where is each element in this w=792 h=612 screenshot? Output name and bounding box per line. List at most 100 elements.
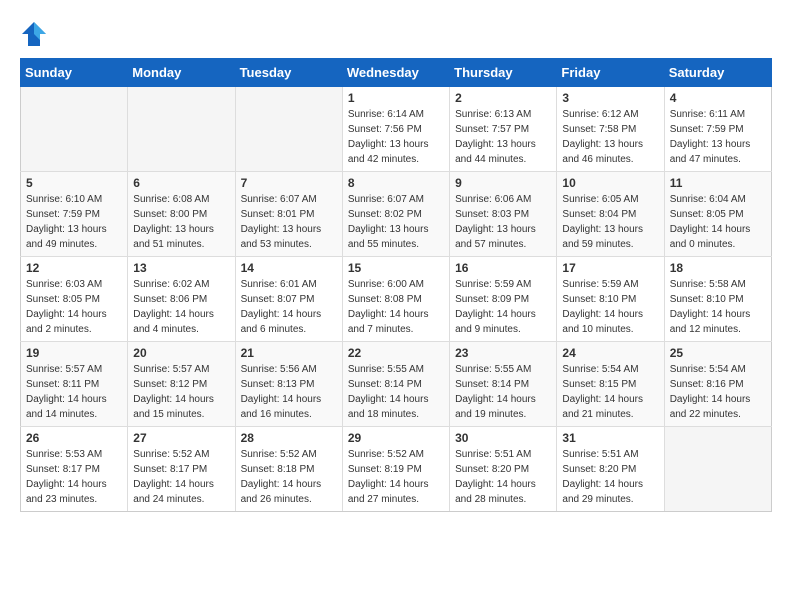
calendar-cell [664, 427, 771, 512]
calendar-cell [128, 87, 235, 172]
calendar-cell: 6Sunrise: 6:08 AM Sunset: 8:00 PM Daylig… [128, 172, 235, 257]
day-info: Sunrise: 6:10 AM Sunset: 7:59 PM Dayligh… [26, 192, 122, 252]
calendar-cell: 13 Sunrise: 6:02 AM Sunset: 8:06 PM Dayli… [128, 257, 235, 342]
calendar-cell: 27Sunrise: 5:52 AM Sunset: 8:17 PM Dayli… [128, 427, 235, 512]
weekday-header-row: SundayMondayTuesdayWednesdayThursdayFrid… [21, 59, 772, 87]
calendar-cell: 28 Sunrise: 5:52 AM Sunset: 8:18 PM Dayli… [235, 427, 342, 512]
day-number: 17 [562, 261, 658, 275]
calendar-week-row: 5 Sunrise: 6:10 AM Sunset: 7:59 PM Daylig… [21, 172, 772, 257]
calendar-cell: 25 Sunrise: 5:54 AM Sunset: 8:16 PM Dayli… [664, 342, 771, 427]
day-info: Sunrise: 6:14 AM Sunset: 7:56 PM Dayligh… [348, 107, 444, 167]
day-info: Sunrise: 5:59 AM Sunset: 8:10 PM Dayligh… [562, 277, 658, 337]
calendar-cell: 4 Sunrise: 6:11 AM Sunset: 7:59 PM Daylig… [664, 87, 771, 172]
day-info: Sunrise: 6:01 AM Sunset: 8:07 PM Dayligh… [241, 277, 337, 337]
calendar-cell: 17 Sunrise: 5:59 AM Sunset: 8:10 PM Dayli… [557, 257, 664, 342]
weekday-header: Saturday [664, 59, 771, 87]
day-info: Sunrise: 6:04 AM Sunset: 8:05 PM Dayligh… [670, 192, 766, 252]
weekday-header: Friday [557, 59, 664, 87]
day-number: 30 [455, 431, 551, 445]
calendar-week-row: 1 Sunrise: 6:14 AM Sunset: 7:56 PM Daylig… [21, 87, 772, 172]
day-info: Sunrise: 6:11 AM Sunset: 7:59 PM Dayligh… [670, 107, 766, 167]
day-number: 18 [670, 261, 766, 275]
day-info: Sunrise: 5:52 AM Sunset: 8:18 PM Dayligh… [241, 447, 337, 507]
day-number: 29 [348, 431, 444, 445]
day-info: Sunrise: 5:57 AM Sunset: 8:11 PM Dayligh… [26, 362, 122, 422]
calendar-table: SundayMondayTuesdayWednesdayThursdayFrid… [20, 58, 772, 512]
calendar-cell: 26Sunrise: 5:53 AM Sunset: 8:17 PM Dayli… [21, 427, 128, 512]
day-number: 25 [670, 346, 766, 360]
day-info: Sunrise: 6:12 AM Sunset: 7:58 PM Dayligh… [562, 107, 658, 167]
weekday-header: Tuesday [235, 59, 342, 87]
day-info: Sunrise: 6:02 AM Sunset: 8:06 PM Dayligh… [133, 277, 229, 337]
day-number: 28 [241, 431, 337, 445]
day-info: Sunrise: 6:05 AM Sunset: 8:04 PM Dayligh… [562, 192, 658, 252]
calendar-cell: 14 Sunrise: 6:01 AM Sunset: 8:07 PM Dayli… [235, 257, 342, 342]
day-number: 11 [670, 176, 766, 190]
day-number: 19 [26, 346, 122, 360]
day-number: 15 [348, 261, 444, 275]
day-number: 16 [455, 261, 551, 275]
day-number: 27 [133, 431, 229, 445]
day-number: 20 [133, 346, 229, 360]
weekday-header: Wednesday [342, 59, 449, 87]
day-number: 22 [348, 346, 444, 360]
day-info: Sunrise: 5:59 AM Sunset: 8:09 PM Dayligh… [455, 277, 551, 337]
day-number: 26 [26, 431, 122, 445]
day-number: 13 [133, 261, 229, 275]
day-info: Sunrise: 5:52 AM Sunset: 8:19 PM Dayligh… [348, 447, 444, 507]
calendar-cell: 7Sunrise: 6:07 AM Sunset: 8:01 PM Daylig… [235, 172, 342, 257]
calendar-cell [21, 87, 128, 172]
day-number: 2 [455, 91, 551, 105]
day-number: 6 [133, 176, 229, 190]
day-number: 1 [348, 91, 444, 105]
day-info: Sunrise: 5:51 AM Sunset: 8:20 PM Dayligh… [562, 447, 658, 507]
day-number: 10 [562, 176, 658, 190]
day-info: Sunrise: 5:56 AM Sunset: 8:13 PM Dayligh… [241, 362, 337, 422]
calendar-cell: 21 Sunrise: 5:56 AM Sunset: 8:13 PM Dayli… [235, 342, 342, 427]
logo [20, 20, 52, 48]
day-number: 8 [348, 176, 444, 190]
calendar-cell: 22Sunrise: 5:55 AM Sunset: 8:14 PM Dayli… [342, 342, 449, 427]
calendar-week-row: 19 Sunrise: 5:57 AM Sunset: 8:11 PM Dayli… [21, 342, 772, 427]
logo-icon [20, 20, 48, 48]
day-number: 31 [562, 431, 658, 445]
calendar-week-row: 12 Sunrise: 6:03 AM Sunset: 8:05 PM Dayli… [21, 257, 772, 342]
day-number: 23 [455, 346, 551, 360]
day-info: Sunrise: 5:58 AM Sunset: 8:10 PM Dayligh… [670, 277, 766, 337]
day-info: Sunrise: 5:55 AM Sunset: 8:14 PM Dayligh… [455, 362, 551, 422]
day-number: 4 [670, 91, 766, 105]
day-info: Sunrise: 6:13 AM Sunset: 7:57 PM Dayligh… [455, 107, 551, 167]
calendar-week-row: 26Sunrise: 5:53 AM Sunset: 8:17 PM Dayli… [21, 427, 772, 512]
calendar-cell: 10 Sunrise: 6:05 AM Sunset: 8:04 PM Dayli… [557, 172, 664, 257]
day-info: Sunrise: 6:06 AM Sunset: 8:03 PM Dayligh… [455, 192, 551, 252]
calendar-cell: 19 Sunrise: 5:57 AM Sunset: 8:11 PM Dayli… [21, 342, 128, 427]
day-number: 14 [241, 261, 337, 275]
calendar-cell: 18 Sunrise: 5:58 AM Sunset: 8:10 PM Dayli… [664, 257, 771, 342]
calendar-cell: 30Sunrise: 5:51 AM Sunset: 8:20 PM Dayli… [450, 427, 557, 512]
day-info: Sunrise: 5:54 AM Sunset: 8:16 PM Dayligh… [670, 362, 766, 422]
calendar-cell: 1 Sunrise: 6:14 AM Sunset: 7:56 PM Daylig… [342, 87, 449, 172]
day-number: 12 [26, 261, 122, 275]
weekday-header: Thursday [450, 59, 557, 87]
calendar-cell: 23 Sunrise: 5:55 AM Sunset: 8:14 PM Dayli… [450, 342, 557, 427]
day-info: Sunrise: 6:03 AM Sunset: 8:05 PM Dayligh… [26, 277, 122, 337]
day-info: Sunrise: 6:00 AM Sunset: 8:08 PM Dayligh… [348, 277, 444, 337]
day-info: Sunrise: 5:54 AM Sunset: 8:15 PM Dayligh… [562, 362, 658, 422]
day-number: 5 [26, 176, 122, 190]
weekday-header: Monday [128, 59, 235, 87]
day-number: 3 [562, 91, 658, 105]
day-info: Sunrise: 5:57 AM Sunset: 8:12 PM Dayligh… [133, 362, 229, 422]
weekday-header: Sunday [21, 59, 128, 87]
day-number: 24 [562, 346, 658, 360]
day-number: 21 [241, 346, 337, 360]
day-number: 7 [241, 176, 337, 190]
day-info: Sunrise: 6:07 AM Sunset: 8:02 PM Dayligh… [348, 192, 444, 252]
calendar-cell: 3 Sunrise: 6:12 AM Sunset: 7:58 PM Daylig… [557, 87, 664, 172]
calendar-cell: 11 Sunrise: 6:04 AM Sunset: 8:05 PM Dayli… [664, 172, 771, 257]
calendar-cell [235, 87, 342, 172]
calendar-cell: 20 Sunrise: 5:57 AM Sunset: 8:12 PM Dayli… [128, 342, 235, 427]
calendar-cell: 9Sunrise: 6:06 AM Sunset: 8:03 PM Daylig… [450, 172, 557, 257]
calendar-cell: 16 Sunrise: 5:59 AM Sunset: 8:09 PM Dayli… [450, 257, 557, 342]
page-header [20, 20, 772, 48]
calendar-cell: 8 Sunrise: 6:07 AM Sunset: 8:02 PM Daylig… [342, 172, 449, 257]
